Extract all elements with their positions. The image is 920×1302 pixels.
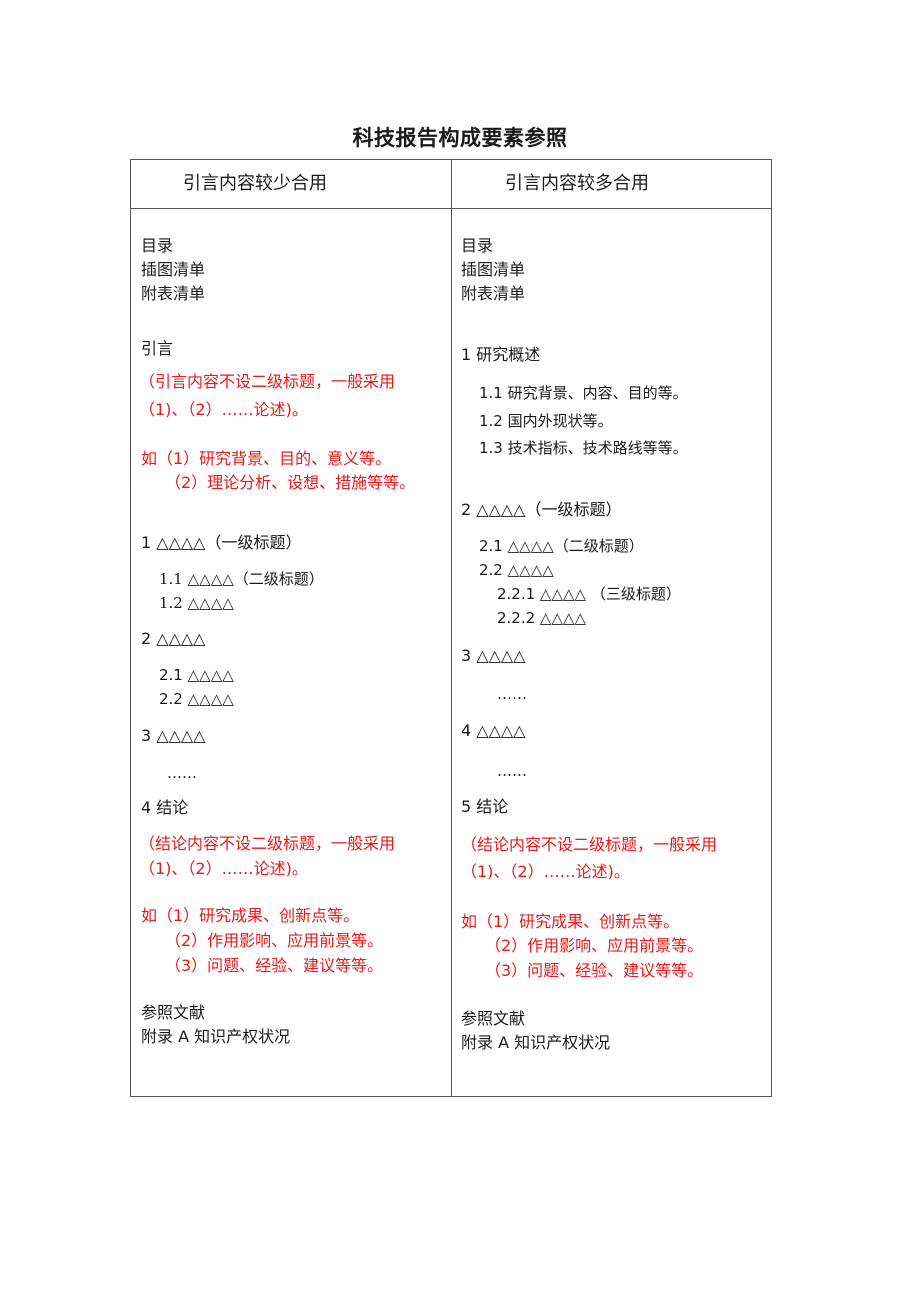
document-title: 科技报告构成要素参照 [352, 126, 568, 150]
left-section: 3 △△△△ [141, 726, 206, 745]
left-concl-example: （3）问题、经验、建议等等。 [165, 956, 384, 975]
left-ellipsis: …… [167, 764, 197, 782]
right-subsubsection: 2.2.2 △△△△ [497, 609, 587, 627]
right-subsection: 2.2 △△△△ [479, 561, 554, 579]
left-back-item: 附录 A 知识产权状况 [141, 1027, 291, 1046]
right-concl-example: （3）问题、经验、建议等等。 [485, 961, 704, 980]
header-left: 引言内容较少合用 [183, 173, 327, 194]
right-ellipsis: …… [497, 685, 527, 703]
left-concl-example: （2）作用影响、应用前景等。 [165, 931, 384, 950]
left-front-item: 附表清单 [141, 284, 206, 303]
left-back-item: 参照文献 [141, 1003, 206, 1022]
left-concl-example: 如（1）研究成果、创新点等。 [141, 906, 360, 925]
left-intro-example: 如（1）研究背景、目的、意义等。 [141, 449, 392, 468]
right-section: 2 △△△△（一级标题） [461, 500, 622, 519]
left-subsection: 1.1 △△△△（二级标题） [159, 570, 324, 588]
right-subsection: 1.3 技术指标、技术路线等等。 [479, 439, 688, 457]
left-subsection: 2.1 △△△△ [159, 666, 234, 684]
right-concl-example: 如（1）研究成果、创新点等。 [461, 912, 680, 931]
header-divider [131, 208, 771, 209]
right-section: 1 研究概述 [461, 345, 541, 364]
left-subsection: 2.2 △△△△ [159, 690, 234, 708]
right-section: 4 △△△△ [461, 721, 526, 740]
right-back-item: 附录 A 知识产权状况 [461, 1033, 611, 1052]
right-subsection: 1.2 国内外现状等。 [479, 412, 613, 430]
elements-table: 引言内容较少合用 引言内容较多合用 目录 插图清单 附表清单 引言 （引言内容不… [130, 159, 772, 1097]
left-front-item: 目录 [141, 236, 174, 255]
left-intro: 引言 [141, 339, 174, 358]
left-front-item: 插图清单 [141, 260, 206, 279]
right-subsection: 1.1 研究背景、内容、目的等。 [479, 384, 688, 402]
right-subsubsection: 2.2.1 △△△△ （三级标题） [497, 585, 681, 603]
right-back-item: 参照文献 [461, 1009, 526, 1028]
left-concl-note: （结论内容不设二级标题，一般采用 [139, 834, 396, 853]
right-concl-example: （2）作用影响、应用前景等。 [485, 936, 704, 955]
right-concl-note: （结论内容不设二级标题，一般采用 [461, 835, 718, 854]
right-concl-note: （1)、（2）……论述)。 [461, 862, 630, 881]
right-front-item: 附表清单 [461, 284, 526, 303]
left-section: 2 △△△△ [141, 629, 206, 648]
column-divider [451, 160, 452, 1096]
header-right: 引言内容较多合用 [505, 173, 649, 194]
right-conclusion: 5 结论 [461, 797, 509, 816]
left-intro-note: （引言内容不设二级标题，一般采用 [139, 372, 396, 391]
right-section: 3 △△△△ [461, 646, 526, 665]
right-front-item: 插图清单 [461, 260, 526, 279]
left-subsection: 1.2 △△△△ [159, 594, 234, 612]
right-subsection: 2.1 △△△△（二级标题） [479, 537, 644, 555]
left-intro-note: （1)、（2）……论述)。 [139, 400, 308, 419]
left-intro-example: （2）理论分析、设想、措施等等。 [165, 473, 416, 492]
left-conclusion: 4 结论 [141, 798, 189, 817]
left-section: 1 △△△△（一级标题） [141, 533, 302, 552]
right-ellipsis: …… [497, 762, 527, 780]
right-front-item: 目录 [461, 236, 494, 255]
left-concl-note: （1)、（2）……论述)。 [139, 859, 308, 878]
